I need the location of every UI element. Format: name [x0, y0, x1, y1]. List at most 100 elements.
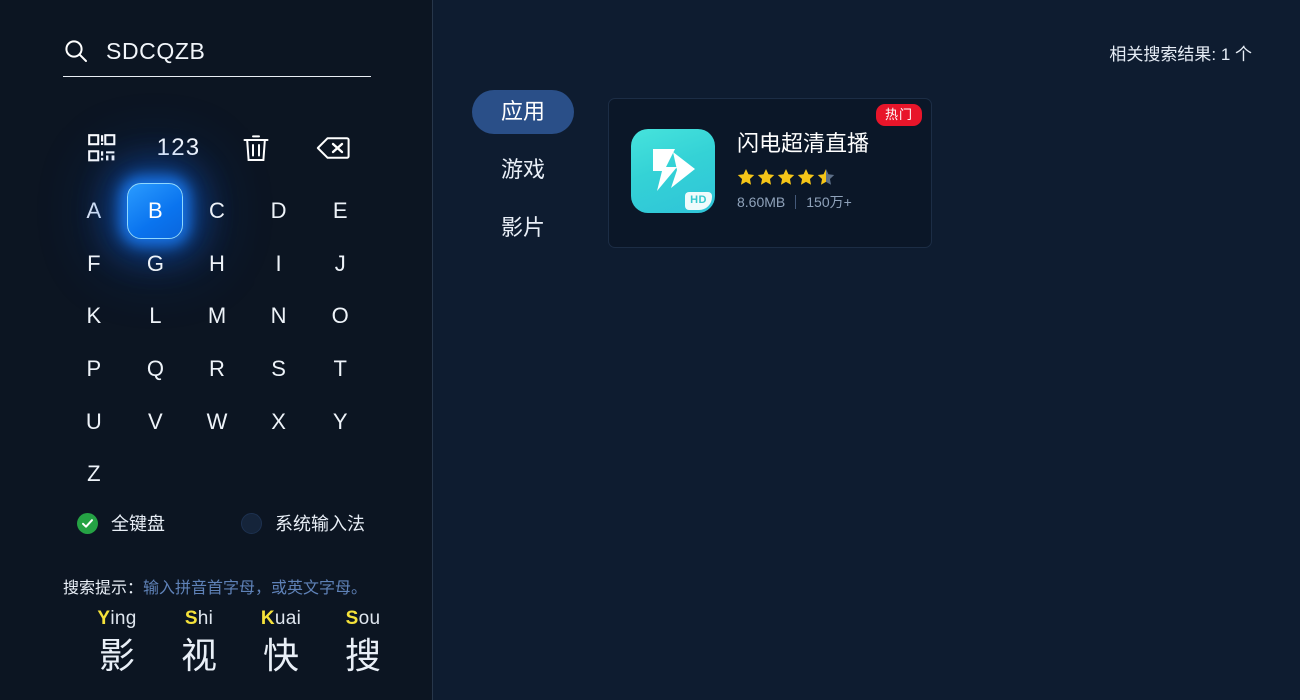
key-f[interactable]: F: [63, 238, 125, 291]
numeric-mode-button[interactable]: 123: [140, 128, 217, 168]
category-tab-应用[interactable]: 应用: [472, 90, 574, 134]
key-p[interactable]: P: [63, 343, 125, 396]
keyboard-mode-options: 全键盘 系统输入法: [77, 513, 365, 534]
pinyin-roman: Shi: [185, 604, 213, 634]
search-underline: [63, 76, 371, 77]
pinyin-rest: ou: [358, 608, 381, 629]
qr-code-icon: [87, 134, 115, 162]
pinyin-roman: Ying: [97, 604, 136, 634]
trash-icon: [243, 135, 268, 161]
key-label: L: [149, 303, 162, 329]
key-y[interactable]: Y: [309, 395, 371, 448]
category-tab-游戏[interactable]: 游戏: [472, 148, 574, 192]
key-m[interactable]: M: [186, 290, 248, 343]
key-t[interactable]: T: [309, 343, 371, 396]
key-w[interactable]: W: [186, 395, 248, 448]
key-g[interactable]: G: [125, 238, 187, 291]
letter-key-grid: A B C D E F G H I J K L M N O P Q R S T U V W X Y Z: [63, 185, 371, 501]
key-label: K: [86, 303, 102, 329]
key-label: I: [275, 250, 282, 276]
key-e[interactable]: E: [309, 185, 371, 238]
key-a[interactable]: A: [63, 185, 125, 238]
key-s[interactable]: S: [248, 343, 310, 396]
search-icon: [65, 40, 87, 62]
lightning-play-icon: [653, 149, 695, 191]
key-d[interactable]: D: [248, 185, 310, 238]
search-hint-value: 输入拼音首字母，或英文字母。: [143, 580, 368, 597]
key-label: R: [209, 356, 225, 382]
key-label: U: [85, 408, 102, 434]
app-downloads: 150万+: [806, 194, 852, 211]
star-icon: [757, 169, 775, 185]
search-screen: S D C Q Z B 123 A B C D E F G H I J K L M N O…: [0, 0, 1300, 700]
key-label: G: [146, 250, 164, 276]
key-o[interactable]: O: [309, 290, 371, 343]
key-q[interactable]: Q: [125, 343, 187, 396]
clear-all-button[interactable]: [217, 128, 294, 168]
star-icon: [817, 169, 835, 185]
key-z[interactable]: Z: [63, 448, 125, 501]
key-i[interactable]: I: [248, 238, 310, 291]
star-icon: [777, 169, 795, 185]
hd-tag: HD: [685, 192, 712, 210]
mode-option-full-keyboard[interactable]: 全键盘: [77, 513, 165, 534]
key-label: Y: [332, 408, 348, 434]
key-label: H: [209, 250, 225, 276]
key-b[interactable]: B: [125, 185, 187, 238]
key-label: M: [207, 303, 227, 329]
key-h[interactable]: H: [186, 238, 248, 291]
pinyin-hanzi: 视: [180, 635, 217, 676]
key-label: E: [332, 198, 348, 224]
key-label: V: [148, 408, 163, 434]
pinyin-examples: Ying 影 Shi 视 Kuai 快 Sou 搜: [93, 604, 387, 678]
rating-stars: [737, 168, 869, 186]
key-c[interactable]: C: [186, 185, 248, 238]
category-tab-影片[interactable]: 影片: [472, 206, 574, 250]
key-v[interactable]: V: [125, 395, 187, 448]
search-field[interactable]: SDCQZB: [63, 30, 371, 72]
key-label: N: [270, 303, 287, 329]
search-input-value[interactable]: SDCQZB: [106, 38, 205, 64]
keyboard-panel: S D C Q Z B 123 A B C D E F G H I J K L M N O…: [0, 0, 432, 700]
pinyin-rest: ing: [110, 608, 137, 629]
key-j[interactable]: J: [309, 238, 371, 291]
results-panel: 相关搜索结果: 1 个 应用游戏影片 热门 HD 闪电超清直播 8.60MB: [432, 0, 1300, 700]
numeric-mode-label: 123: [156, 134, 201, 161]
qr-code-button[interactable]: [63, 128, 140, 168]
backspace-button[interactable]: [294, 128, 371, 168]
pinyin-example: Ying 影: [93, 604, 141, 678]
key-n[interactable]: N: [248, 290, 310, 343]
pinyin-example: Sou 搜: [339, 604, 387, 678]
key-x[interactable]: X: [248, 395, 310, 448]
check-icon: [82, 519, 93, 528]
panel-divider: [432, 0, 433, 700]
key-label: O: [331, 303, 349, 329]
key-k[interactable]: K: [63, 290, 125, 343]
key-label: Z: [87, 461, 101, 487]
app-result-card[interactable]: 热门 HD 闪电超清直播 8.60MB 150万+: [608, 98, 932, 248]
pinyin-roman: Sou: [346, 604, 381, 634]
category-tabs: 应用 游戏 影片: [472, 90, 574, 250]
key-label: A: [86, 198, 102, 224]
app-card-body: HD 闪电超清直播 8.60MB 150万+: [631, 129, 869, 213]
key-label: P: [86, 356, 102, 382]
key-u[interactable]: U: [63, 395, 125, 448]
app-icon: HD: [631, 129, 715, 213]
hot-badge: 热门: [875, 104, 922, 126]
key-label: D: [270, 198, 287, 224]
pinyin-example: Kuai 快: [257, 604, 305, 678]
app-title: 闪电超清直播: [737, 131, 870, 156]
key-l[interactable]: L: [125, 290, 187, 343]
key-label: C: [209, 198, 225, 224]
pinyin-example: Shi 视: [175, 604, 223, 678]
mode-option-system-ime[interactable]: 系统输入法: [241, 513, 365, 534]
key-label: X: [271, 408, 286, 434]
key-r[interactable]: R: [186, 343, 248, 396]
app-meta: 闪电超清直播 8.60MB 150万+: [737, 129, 870, 211]
pinyin-hanzi: 影: [98, 635, 135, 676]
star-icon: [797, 169, 815, 185]
key-label: T: [333, 356, 347, 382]
radio-selected-icon: [77, 513, 98, 534]
search-hint: 搜索提示： 输入拼音首字母，或英文字母。: [63, 574, 367, 598]
keyboard-toolbar: 123: [63, 128, 371, 168]
